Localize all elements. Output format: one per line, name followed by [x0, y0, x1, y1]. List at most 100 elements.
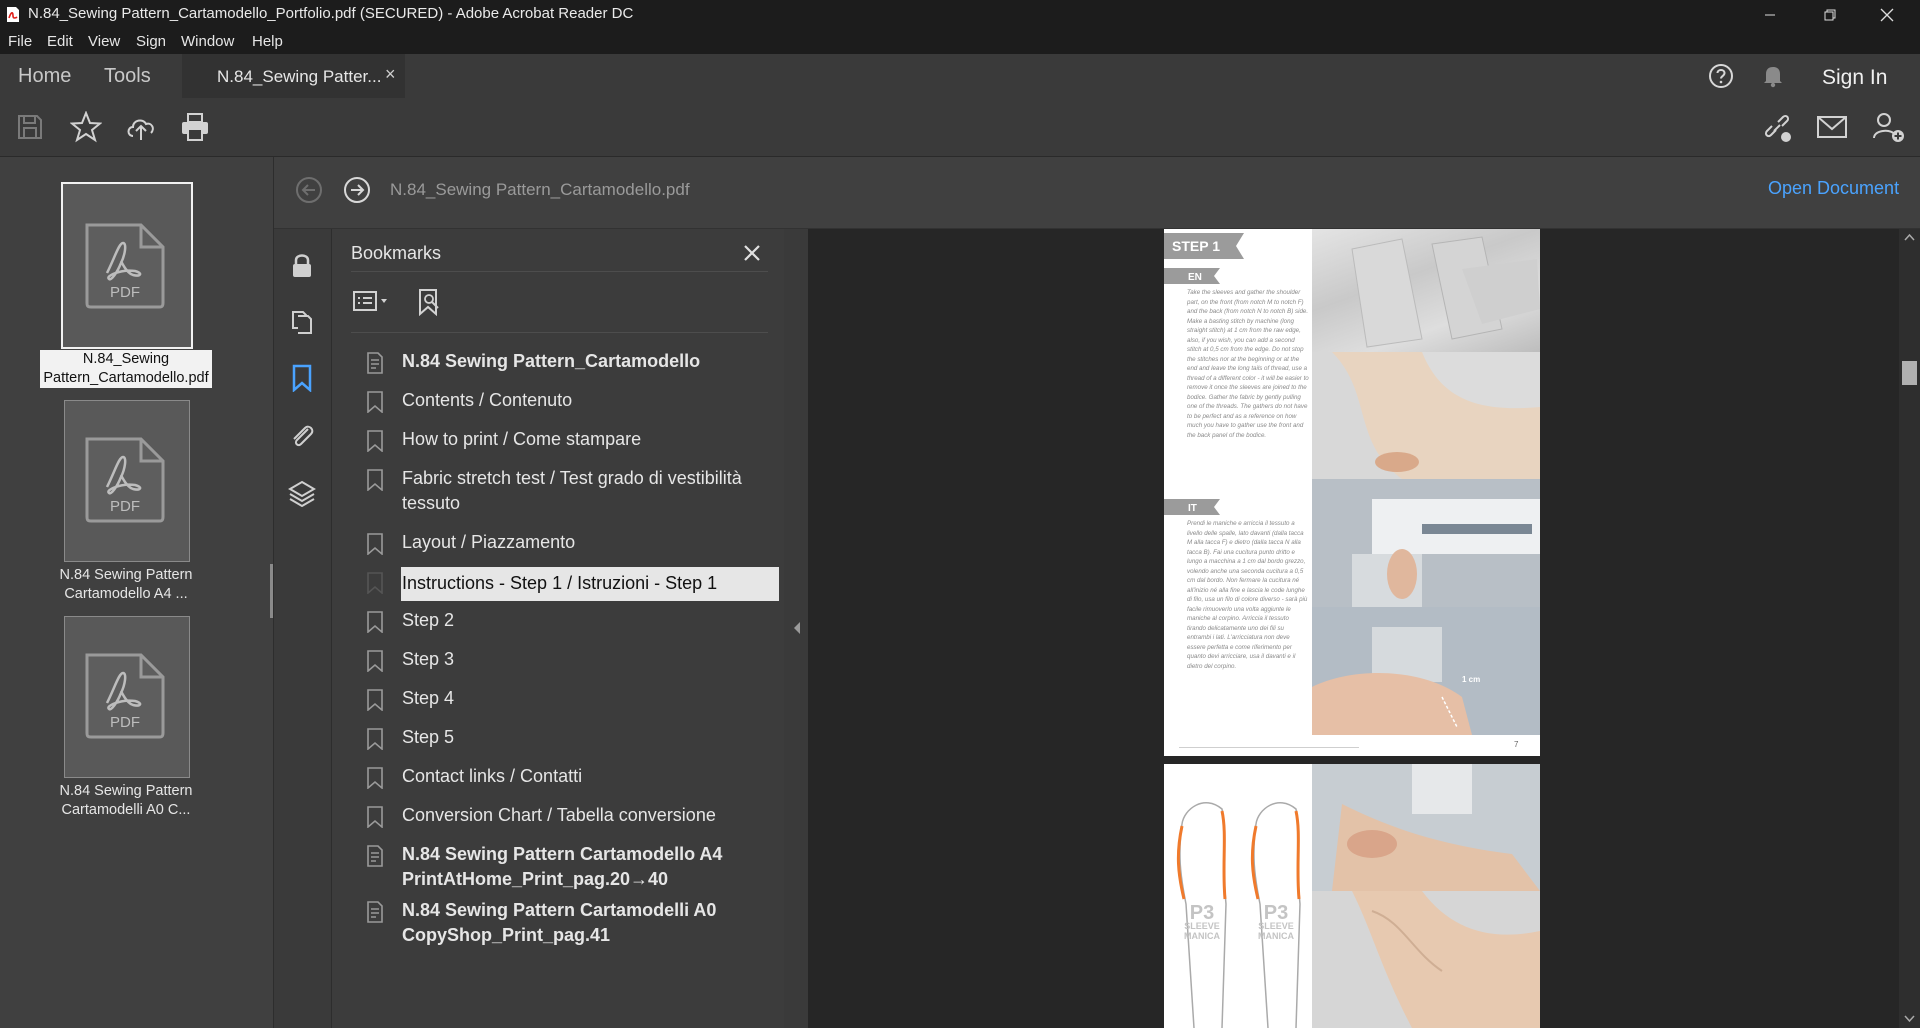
photo-sleeve-fabric [1312, 352, 1540, 479]
pattern-piece-sub: MANICA [1258, 931, 1294, 941]
cloud-upload-icon[interactable] [125, 112, 157, 142]
bookmark-star-icon[interactable] [70, 111, 102, 143]
caption-line: Pattern_Cartamodello.pdf [43, 370, 209, 386]
bookmark-label: N.84 Sewing Pattern_Cartamodello [402, 351, 701, 371]
photo-sewing-machine [1312, 479, 1540, 607]
bookmark-item[interactable]: N.84 Sewing Pattern Cartamodello A4 Prin… [366, 842, 786, 892]
portfolio-item-1[interactable]: PDF [61, 182, 193, 349]
caption-line: Cartamodello A4 ... [64, 586, 188, 602]
lock-icon[interactable] [288, 251, 316, 279]
bookmark-icon [367, 767, 383, 789]
find-bookmark-icon[interactable] [417, 288, 443, 316]
pane-resize-handle[interactable] [270, 564, 273, 618]
tab-document-label: N.84_Sewing Patter... [217, 67, 382, 86]
save-icon[interactable] [16, 113, 44, 141]
bookmark-item[interactable]: Contents / Contenuto [366, 388, 786, 413]
vertical-scrollbar[interactable] [1899, 229, 1920, 1028]
panel-splitter[interactable] [784, 229, 808, 1028]
help-icon[interactable] [1708, 63, 1734, 89]
portfolio-item-2-caption[interactable]: N.84 Sewing Pattern Cartamodello A4 ... [40, 566, 212, 604]
pdf-label: PDF [110, 714, 140, 731]
menu-file[interactable]: File [8, 33, 32, 50]
tab-home[interactable]: Home [18, 65, 71, 88]
sign-in-button[interactable]: Sign In [1822, 66, 1887, 90]
bookmark-item[interactable]: Fabric stretch test / Test grado di vest… [366, 466, 786, 516]
pattern-piece-sub: SLEEVE [1184, 921, 1220, 931]
bookmark-label: Contact links / Contatti [402, 766, 583, 786]
layers-icon[interactable] [288, 479, 316, 507]
bookmark-item[interactable]: Layout / Piazzamento [366, 530, 786, 555]
caption-line: N.84_Sewing [82, 351, 170, 367]
document-view[interactable]: STEP 1 EN Take the sleeves and gather th… [808, 229, 1899, 1028]
close-window-button[interactable] [1864, 0, 1910, 29]
portfolio-item-3-caption[interactable]: N.84 Sewing Pattern Cartamodelli A0 C... [40, 782, 212, 820]
bookmark-item[interactable]: Step 5 [366, 725, 786, 750]
bookmark-item[interactable]: N.84 Sewing Pattern_Cartamodello [366, 349, 786, 374]
bookmark-item[interactable]: Contact links / Contatti [366, 764, 786, 789]
photo-fabric-pieces [1312, 229, 1540, 352]
menu-sign[interactable]: Sign [136, 33, 166, 50]
attachment-paperclip-icon[interactable] [288, 421, 316, 449]
en-instructions: Take the sleeves and gather the shoulder… [1187, 289, 1309, 439]
bookmarks-panel-icon[interactable] [288, 364, 316, 392]
share-link-icon[interactable] [1761, 112, 1793, 144]
stitching-closeup-image: 1 cm [1312, 607, 1540, 735]
bookmark-label: Layout / Piazzamento [402, 532, 576, 552]
scroll-up-arrow-icon[interactable] [1904, 233, 1915, 241]
bookmark-icon [367, 469, 383, 491]
portfolio-item-3[interactable]: PDF [64, 616, 190, 778]
minimize-button[interactable] [1747, 0, 1793, 29]
gathered-sleeve-image [1312, 764, 1540, 891]
pdf-label: PDF [110, 284, 140, 301]
bookmark-item[interactable]: Step 2 [366, 608, 786, 633]
photo-sleeve-pinned [1312, 891, 1540, 1028]
scrollbar-thumb[interactable] [1902, 361, 1917, 385]
page-thumbnails-icon[interactable] [288, 307, 316, 335]
tab-document[interactable]: N.84_Sewing Patter... × [182, 54, 405, 98]
collapse-panel-arrow-icon[interactable] [792, 620, 802, 636]
document-nav-bar: N.84_Sewing Pattern_Cartamodello.pdf Ope… [274, 157, 1920, 228]
bookmark-item[interactable]: N.84 Sewing Pattern Cartamodelli A0 Copy… [366, 898, 786, 948]
bookmark-options-icon[interactable] [353, 290, 395, 314]
page-number: 7 [1514, 740, 1519, 749]
menu-window[interactable]: Window [181, 33, 234, 50]
portfolio-item-1-caption[interactable]: N.84_Sewing Pattern_Cartamodello.pdf [40, 350, 212, 388]
it-label: IT [1188, 503, 1197, 514]
bookmark-item[interactable]: Step 3 [366, 647, 786, 672]
bookmark-label: N.84 Sewing Pattern Cartamodello A4 [402, 844, 723, 864]
bookmarks-title: Bookmarks [351, 243, 442, 263]
pattern-piece-sub: SLEEVE [1258, 921, 1294, 931]
tab-close-button[interactable]: × [385, 64, 396, 85]
caption-line: N.84 Sewing Pattern [59, 567, 193, 583]
pdf-file-icon: PDF [85, 223, 165, 309]
add-user-icon[interactable] [1872, 111, 1906, 143]
pdf-page-7: STEP 1 EN Take the sleeves and gather th… [1164, 229, 1540, 756]
print-icon[interactable] [180, 112, 210, 142]
scroll-down-arrow-icon[interactable] [1904, 1015, 1915, 1023]
current-filename: N.84_Sewing Pattern_Cartamodello.pdf [390, 180, 690, 199]
caption-line: N.84 Sewing Pattern [59, 783, 193, 799]
notifications-bell-icon[interactable] [1762, 64, 1784, 88]
bookmark-item-selected[interactable]: Instructions - Step 1 / Istruzioni - Ste… [366, 567, 786, 601]
portfolio-item-2[interactable]: PDF [64, 400, 190, 562]
close-panel-icon[interactable] [742, 243, 762, 263]
bookmark-label-line2: tessuto [402, 493, 461, 513]
back-arrow-icon[interactable] [295, 176, 323, 204]
title-bar: N.84_Sewing Pattern_Cartamodello_Portfol… [0, 0, 1920, 29]
tab-tools[interactable]: Tools [104, 65, 151, 88]
menu-help[interactable]: Help [252, 33, 283, 50]
bookmark-item[interactable]: Step 4 [366, 686, 786, 711]
email-icon[interactable] [1816, 114, 1848, 140]
bookmark-icon [367, 689, 383, 711]
bookmark-item[interactable]: Conversion Chart / Tabella conversione [366, 803, 786, 828]
bookmark-item[interactable]: How to print / Come stampare [366, 427, 786, 452]
bookmark-label: Fabric stretch test / Test grado di vest… [402, 468, 742, 488]
footer-rule [1179, 747, 1359, 748]
restore-button[interactable] [1807, 0, 1853, 29]
forward-arrow-icon[interactable] [343, 176, 371, 204]
menu-view[interactable]: View [88, 33, 120, 50]
menu-edit[interactable]: Edit [47, 33, 73, 50]
tab-bar: Home Tools N.84_Sewing Patter... × Sign … [0, 54, 1920, 99]
bookmark-label: N.84 Sewing Pattern Cartamodelli A0 [402, 900, 717, 920]
open-document-link[interactable]: Open Document [1768, 178, 1899, 199]
